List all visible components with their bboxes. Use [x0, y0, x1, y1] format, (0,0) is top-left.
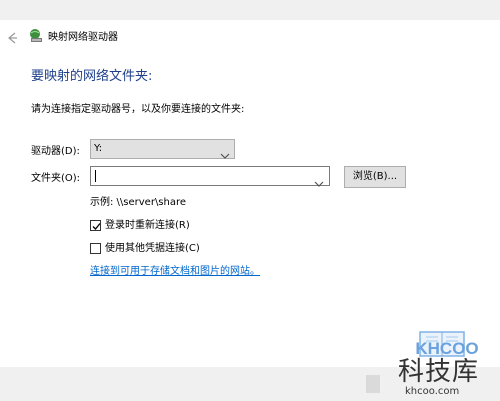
browse-button[interactable]: 浏览(B)... — [344, 166, 406, 188]
chevron-down-icon[interactable] — [314, 173, 324, 187]
example-text: 示例: \\server\share — [90, 197, 187, 208]
drive-dropdown[interactable]: Y: — [90, 139, 235, 159]
other-credentials-checkbox[interactable] — [90, 243, 101, 254]
network-drive-icon — [28, 28, 44, 44]
folder-label: 文件夹(O): — [31, 173, 81, 184]
other-credentials-label: 使用其他凭据连接(C) — [105, 243, 200, 254]
top-strip — [0, 0, 500, 20]
watermark-url: khcoo.com — [405, 386, 460, 397]
folder-input[interactable] — [90, 166, 330, 187]
text-caret — [95, 170, 96, 182]
reconnect-checkbox[interactable] — [90, 220, 101, 231]
back-arrow-icon[interactable] — [6, 30, 18, 46]
chevron-down-icon — [220, 145, 230, 159]
instruction-text: 请为连接指定驱动器号，以及你要连接的文件夹: — [31, 104, 245, 115]
drive-value: Y: — [94, 143, 103, 154]
window-title: 映射网络驱动器 — [48, 32, 118, 43]
page-heading: 要映射的网络文件夹: — [31, 69, 153, 84]
connect-website-link[interactable]: 连接到可用于存储文档和图片的网站。 — [90, 265, 260, 279]
footer-button[interactable] — [366, 375, 380, 393]
watermark-name: 科技库 — [398, 357, 480, 387]
drive-label: 驱动器(D): — [31, 146, 80, 157]
reconnect-label: 登录时重新连接(R) — [105, 220, 190, 231]
svg-text:KHCOO: KHCOO — [415, 339, 478, 358]
